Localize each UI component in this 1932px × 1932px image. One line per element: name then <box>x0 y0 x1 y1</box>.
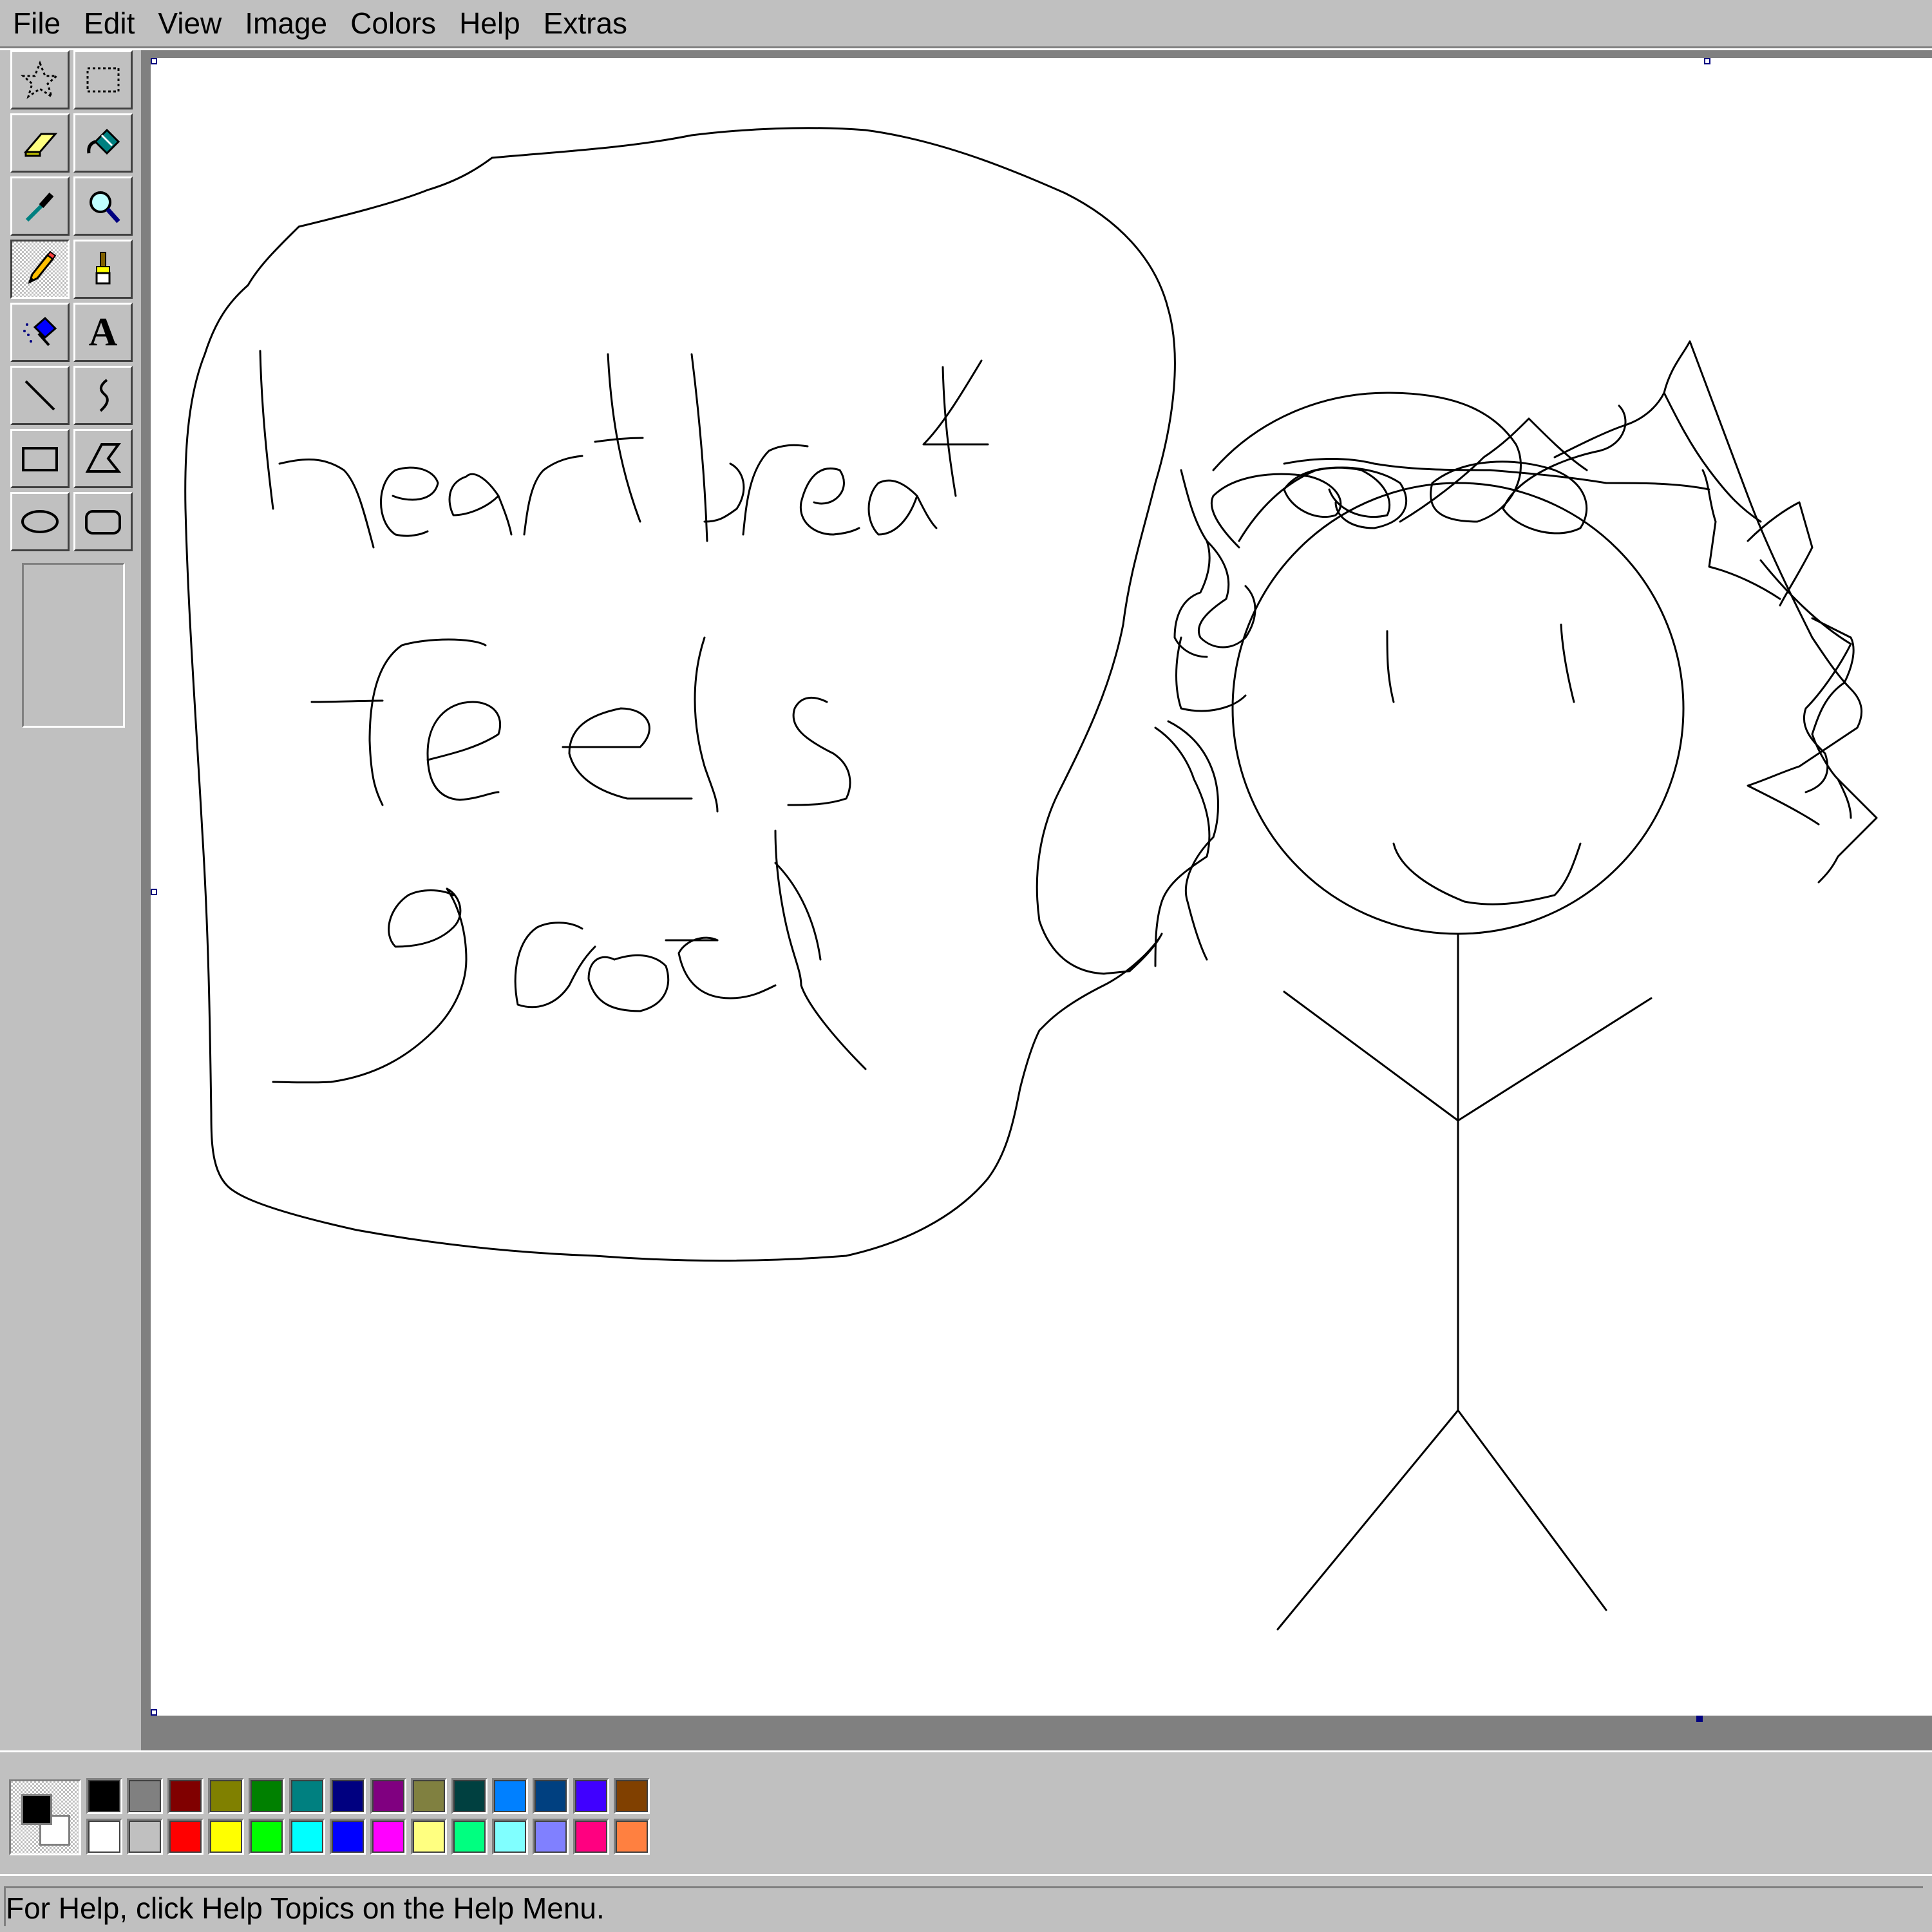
palette-color-top-11[interactable] <box>533 1778 569 1814</box>
eraser-tool[interactable] <box>10 113 70 173</box>
palette-color-bottom-9[interactable] <box>451 1819 488 1855</box>
menu-file[interactable]: File <box>0 0 72 46</box>
line-icon <box>24 380 55 411</box>
rounded-rectangle-tool[interactable] <box>73 492 133 551</box>
palette-color-bottom-12[interactable] <box>573 1819 609 1855</box>
foreground-color-swatch <box>21 1794 52 1825</box>
free-form-select-tool[interactable] <box>10 50 70 109</box>
palette-color-top-1[interactable] <box>127 1778 163 1814</box>
palette-color-bottom-1[interactable] <box>127 1819 163 1855</box>
menu-help[interactable]: Help <box>448 0 532 46</box>
ellipse-tool[interactable] <box>10 492 70 551</box>
eraser-icon <box>23 133 58 157</box>
pick-color-tool[interactable] <box>10 176 70 236</box>
palette-color-bottom-4[interactable] <box>249 1819 285 1855</box>
palette-color-top-6[interactable] <box>330 1778 366 1814</box>
status-bar: For Help, click Help Topics on the Help … <box>0 1874 1932 1932</box>
palette-color-top-13[interactable] <box>614 1778 650 1814</box>
palette-color-top-7[interactable] <box>370 1778 406 1814</box>
curve-icon <box>99 379 109 412</box>
magnifier-icon <box>90 191 120 223</box>
drawing-canvas[interactable] <box>151 58 1932 1716</box>
palette-color-top-9[interactable] <box>451 1778 488 1814</box>
menu-colors[interactable]: Colors <box>339 0 448 46</box>
palette-color-bottom-10[interactable] <box>492 1819 528 1855</box>
palette-color-top-0[interactable] <box>86 1778 122 1814</box>
menu-view[interactable]: View <box>146 0 233 46</box>
text-tool[interactable]: A <box>73 303 133 362</box>
star-select-icon <box>20 60 60 99</box>
palette-color-bottom-2[interactable] <box>167 1819 204 1855</box>
fill-tool[interactable] <box>73 113 133 173</box>
airbrush-tool[interactable] <box>10 303 70 362</box>
pencil-tool[interactable] <box>10 240 70 299</box>
magnifier-tool[interactable] <box>73 176 133 236</box>
speech-bubble <box>184 127 1176 1262</box>
rectangle-tool[interactable] <box>10 429 70 488</box>
polygon-icon <box>85 443 122 473</box>
palette-color-top-4[interactable] <box>249 1778 285 1814</box>
palette-color-top-5[interactable] <box>289 1778 325 1814</box>
eyedropper-icon <box>25 193 54 222</box>
polygon-tool[interactable] <box>73 429 133 488</box>
brush-icon <box>95 252 111 285</box>
stick-figure-head <box>1231 482 1685 935</box>
palette-color-bottom-11[interactable] <box>533 1819 569 1855</box>
pencil-icon <box>28 251 57 284</box>
tool-box: A <box>0 50 143 1750</box>
drawing <box>184 127 1878 1631</box>
palette-color-bottom-7[interactable] <box>370 1819 406 1855</box>
palette-color-top-10[interactable] <box>492 1778 528 1814</box>
line-tool[interactable] <box>10 366 70 425</box>
resize-handle-left <box>151 889 157 895</box>
airbrush-icon <box>23 316 57 346</box>
resize-handle-top <box>1704 58 1710 64</box>
rectangle-icon <box>22 447 58 471</box>
paint-bucket-icon <box>87 128 120 155</box>
resize-handle-bottom[interactable] <box>1696 1716 1703 1722</box>
tool-options-box[interactable] <box>22 563 125 728</box>
palette-color-top-2[interactable] <box>167 1778 204 1814</box>
resize-handle-bottom-left <box>151 1709 157 1716</box>
palette-color-bottom-6[interactable] <box>330 1819 366 1855</box>
menu-extras[interactable]: Extras <box>532 0 639 46</box>
palette-color-bottom-13[interactable] <box>614 1819 650 1855</box>
rounded-rectangle-icon <box>85 510 121 535</box>
canvas-scroll-area <box>143 50 1932 1750</box>
color-box <box>0 1750 1932 1876</box>
palette-color-top-12[interactable] <box>573 1778 609 1814</box>
text-icon: A <box>88 310 118 354</box>
dashed-rectangle-icon <box>86 67 120 93</box>
menu-bar: File Edit View Image Colors Help Extras <box>0 0 1932 46</box>
palette-color-top-8[interactable] <box>411 1778 447 1814</box>
palette-color-bottom-8[interactable] <box>411 1819 447 1855</box>
menu-edit[interactable]: Edit <box>72 0 146 46</box>
palette-color-top-3[interactable] <box>208 1778 244 1814</box>
menu-image[interactable]: Image <box>233 0 339 46</box>
ellipse-icon <box>21 510 59 533</box>
palette-color-bottom-3[interactable] <box>208 1819 244 1855</box>
select-tool[interactable] <box>73 50 133 109</box>
palette-color-bottom-5[interactable] <box>289 1819 325 1855</box>
curve-tool[interactable] <box>73 366 133 425</box>
current-colors-indicator <box>9 1779 81 1855</box>
palette-color-bottom-0[interactable] <box>86 1819 122 1855</box>
status-text: For Help, click Help Topics on the Help … <box>4 1886 1923 1926</box>
resize-handle-top-left <box>151 58 157 64</box>
brush-tool[interactable] <box>73 240 133 299</box>
